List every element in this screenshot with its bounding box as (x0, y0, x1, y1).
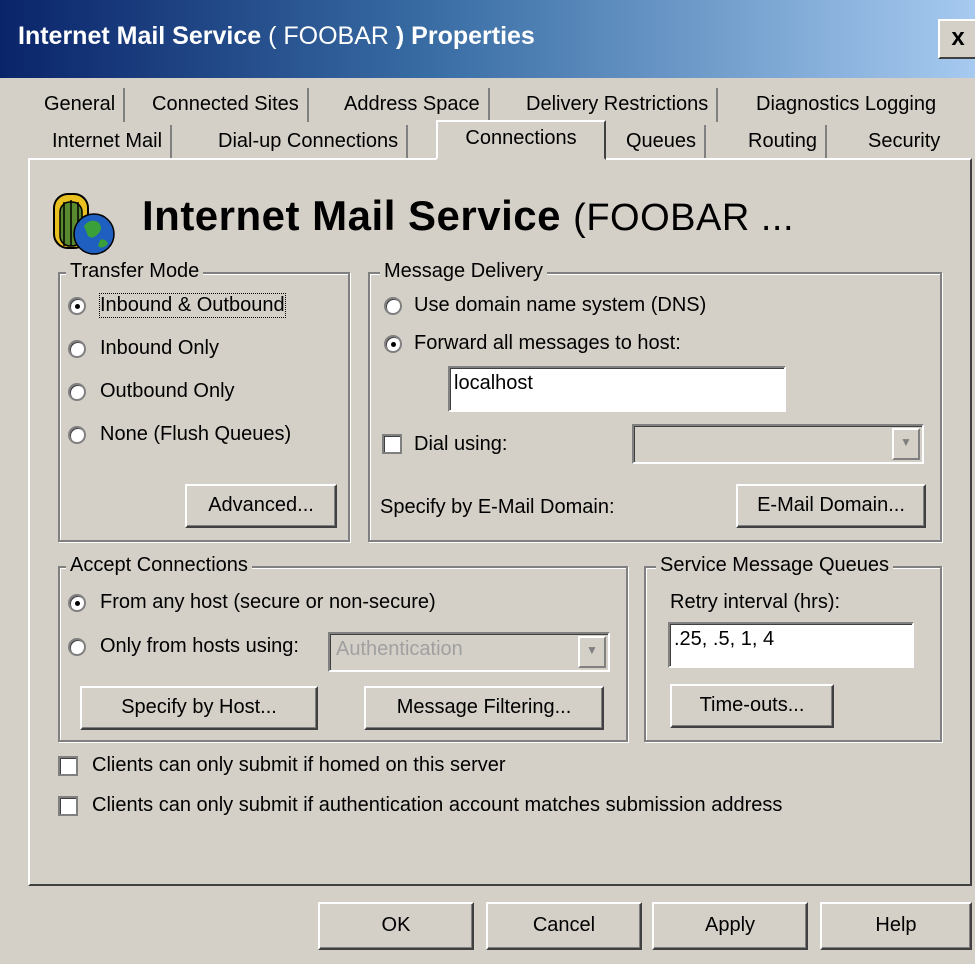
radio-use-dns[interactable] (384, 297, 402, 315)
tab-diagnostics-logging[interactable]: Diagnostics Logging (748, 88, 944, 122)
host-input[interactable]: localhost (448, 366, 786, 412)
tab-connections[interactable]: Connections (436, 120, 606, 160)
tab-internet-mail[interactable]: Internet Mail (44, 125, 173, 159)
globe-gate-icon (53, 193, 115, 255)
radio-any-host[interactable] (68, 594, 86, 612)
window-title: Internet Mail Service ( FOOBAR ) Propert… (18, 22, 535, 51)
close-icon: x (951, 24, 965, 51)
label-inbound-outbound[interactable]: Inbound & Outbound (99, 293, 286, 318)
help-button[interactable]: Help (820, 902, 972, 950)
specify-by-host-button[interactable]: Specify by Host... (80, 686, 318, 730)
radio-outbound-only[interactable] (68, 383, 86, 401)
label-none-flush[interactable]: None (Flush Queues) (100, 423, 291, 446)
ok-button[interactable]: OK (318, 902, 474, 950)
label-any-host[interactable]: From any host (secure or non-secure) (100, 591, 436, 614)
tab-connected-sites[interactable]: Connected Sites (144, 88, 309, 122)
radio-inbound-only[interactable] (68, 340, 86, 358)
tab-general[interactable]: General (36, 88, 126, 122)
message-filtering-button[interactable]: Message Filtering... (364, 686, 604, 730)
label-outbound-only[interactable]: Outbound Only (100, 380, 235, 403)
label-specify-email-domain: Specify by E-Mail Domain: (380, 496, 615, 518)
checkbox-dial-using[interactable] (382, 434, 402, 454)
page-title-server: (FOOBAR ... (573, 197, 795, 239)
page-title-text: Internet Mail Service (142, 192, 561, 239)
label-dial-using[interactable]: Dial using: (414, 433, 507, 456)
advanced-button[interactable]: Advanced... (185, 484, 337, 528)
label-retry-interval: Retry interval (hrs): (670, 591, 841, 613)
label-inbound-only[interactable]: Inbound Only (100, 337, 219, 360)
checkbox-auth-matches-address[interactable] (58, 796, 78, 816)
retry-interval-input[interactable]: .25, .5, 1, 4 (668, 622, 914, 668)
label-forward-to-host[interactable]: Forward all messages to host: (414, 332, 681, 355)
tab-queues[interactable]: Queues (618, 125, 707, 159)
tab-security[interactable]: Security (860, 125, 948, 159)
transfer-mode-legend: Transfer Mode (66, 260, 204, 283)
close-button[interactable]: x (938, 19, 975, 59)
tab-routing[interactable]: Routing (740, 125, 827, 159)
label-auth-matches-address[interactable]: Clients can only submit if authenticatio… (92, 794, 782, 817)
accept-connections-legend: Accept Connections (66, 554, 252, 577)
label-homed-on-server[interactable]: Clients can only submit if homed on this… (92, 754, 506, 777)
radio-only-from-hosts[interactable] (68, 638, 86, 656)
message-delivery-legend: Message Delivery (380, 260, 547, 283)
chevron-down-icon[interactable]: ▼ (892, 428, 920, 460)
service-queues-legend: Service Message Queues (656, 554, 894, 577)
window-title-server: ( FOOBAR (268, 22, 389, 50)
label-use-dns[interactable]: Use domain name system (DNS) (414, 294, 706, 317)
cancel-button[interactable]: Cancel (486, 902, 642, 950)
apply-button[interactable]: Apply (652, 902, 808, 950)
authentication-select[interactable]: Authentication ▼ (328, 632, 610, 672)
checkbox-homed-on-server[interactable] (58, 756, 78, 776)
page-title: Internet Mail Service (FOOBAR ... (142, 192, 794, 240)
tab-delivery-restrictions[interactable]: Delivery Restrictions (518, 88, 719, 122)
tab-address-space[interactable]: Address Space (336, 88, 490, 122)
tab-dialup-connections[interactable]: Dial-up Connections (210, 125, 409, 159)
dial-using-select[interactable]: ▼ (632, 424, 924, 464)
radio-inbound-outbound[interactable] (68, 297, 86, 315)
window-title-suffix: ) Properties (395, 22, 535, 50)
authentication-value: Authentication (336, 638, 463, 660)
timeouts-button[interactable]: Time-outs... (670, 684, 834, 728)
radio-forward-to-host[interactable] (384, 335, 402, 353)
window-title-app: Internet Mail Service (18, 22, 262, 50)
chevron-down-icon[interactable]: ▼ (578, 636, 606, 668)
email-domain-button[interactable]: E-Mail Domain... (736, 484, 926, 528)
radio-none-flush[interactable] (68, 426, 86, 444)
label-only-from-hosts[interactable]: Only from hosts using: (100, 635, 299, 658)
